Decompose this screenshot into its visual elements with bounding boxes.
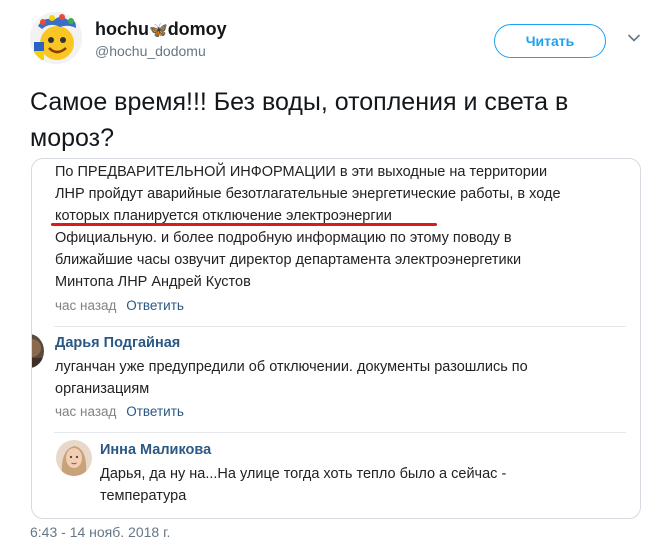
user-avatar[interactable]: [30, 12, 82, 64]
comment-body: Дарья, да ну на...На улице тогда хоть те…: [100, 463, 630, 507]
comment-meta: час назад Ответить: [55, 404, 184, 419]
comment-author[interactable]: Инна Маликова: [100, 442, 211, 458]
post-line: ближайшие часы озвучит директор департам…: [55, 252, 522, 268]
tweet-text: Самое время!!! Без воды, отопления и све…: [30, 88, 569, 152]
display-name-part1: hochu: [95, 19, 149, 39]
post-line: Минтопа ЛНР Андрей Кустов: [55, 274, 251, 290]
follow-button[interactable]: Читать: [494, 24, 606, 58]
divider: [54, 432, 626, 433]
post-body: По ПРЕДВАРИТЕЛЬНОЙ ИНФОРМАЦИИ в эти выхо…: [55, 161, 635, 293]
comment-line: луганчан уже предупредили об отключении.…: [55, 359, 528, 375]
commenter-avatar[interactable]: [32, 334, 44, 368]
comment-line: организациям: [55, 381, 150, 397]
post-time: час назад: [55, 298, 117, 313]
post-line: Официальную. и более подробную информаци…: [55, 230, 512, 246]
post-meta: час назад Ответить: [55, 298, 184, 313]
comment-line: Дарья, да ну на...На улице тогда хоть те…: [100, 466, 507, 482]
comment-line: температура: [100, 488, 187, 504]
tweet-timestamp[interactable]: 6:43 - 14 нояб. 2018 г.: [30, 524, 170, 540]
post-reply-link[interactable]: Ответить: [126, 298, 184, 313]
comment-author[interactable]: Дарья Подгайная: [55, 335, 180, 351]
commenter-photo-icon: [32, 334, 44, 368]
comment-time: час назад: [55, 404, 117, 419]
post-line: ЛНР пройдут аварийные безотлагательные э…: [55, 186, 561, 202]
user-handle[interactable]: @hochu_dodomu: [95, 43, 206, 59]
comment-reply-link[interactable]: Ответить: [126, 404, 184, 419]
post-line: По ПРЕДВАРИТЕЛЬНОЙ ИНФОРМАЦИИ в эти выхо…: [55, 164, 548, 180]
commenter-photo-icon: [56, 440, 92, 476]
display-name[interactable]: hochu🦋domoy: [95, 19, 227, 40]
emoji-avatar-icon: [30, 12, 82, 64]
chevron-down-icon[interactable]: [626, 30, 642, 46]
divider: [54, 326, 626, 327]
highlight-underline: [51, 223, 437, 226]
commenter-avatar[interactable]: [56, 440, 92, 476]
embedded-screenshot[interactable]: По ПРЕДВАРИТЕЛЬНОЙ ИНФОРМАЦИИ в эти выхо…: [31, 158, 641, 519]
butterfly-icon: 🦋: [149, 22, 168, 39]
comment-body: луганчан уже предупредили об отключении.…: [55, 356, 625, 400]
display-name-part2: domoy: [167, 19, 227, 39]
